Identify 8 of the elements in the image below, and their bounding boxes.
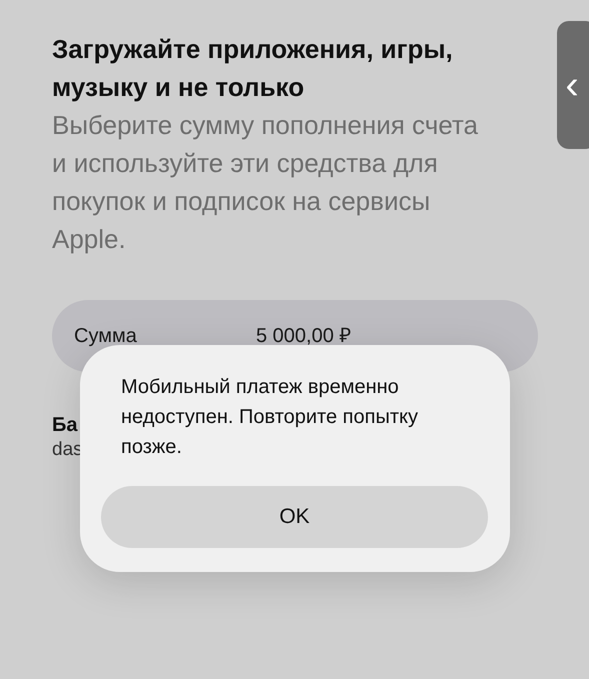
amount-label: Сумма — [74, 324, 138, 349]
account-title: Ба — [52, 413, 78, 438]
ok-button[interactable]: OK — [101, 486, 488, 548]
side-tab[interactable]: ‹ — [557, 21, 589, 149]
alert-message: Мобильный платеж временно недоступен. Повторите попытку позже. — [120, 375, 419, 460]
amount-value: 5 000,00 ₽ — [256, 324, 352, 349]
page-heading: Загружайте приложения, игры, музыку и не только — [52, 33, 454, 104]
page-description: Выберите сумму пополнения счета и используйте эти средства для покупок и подписок на сервисы Apple. — [52, 109, 479, 256]
